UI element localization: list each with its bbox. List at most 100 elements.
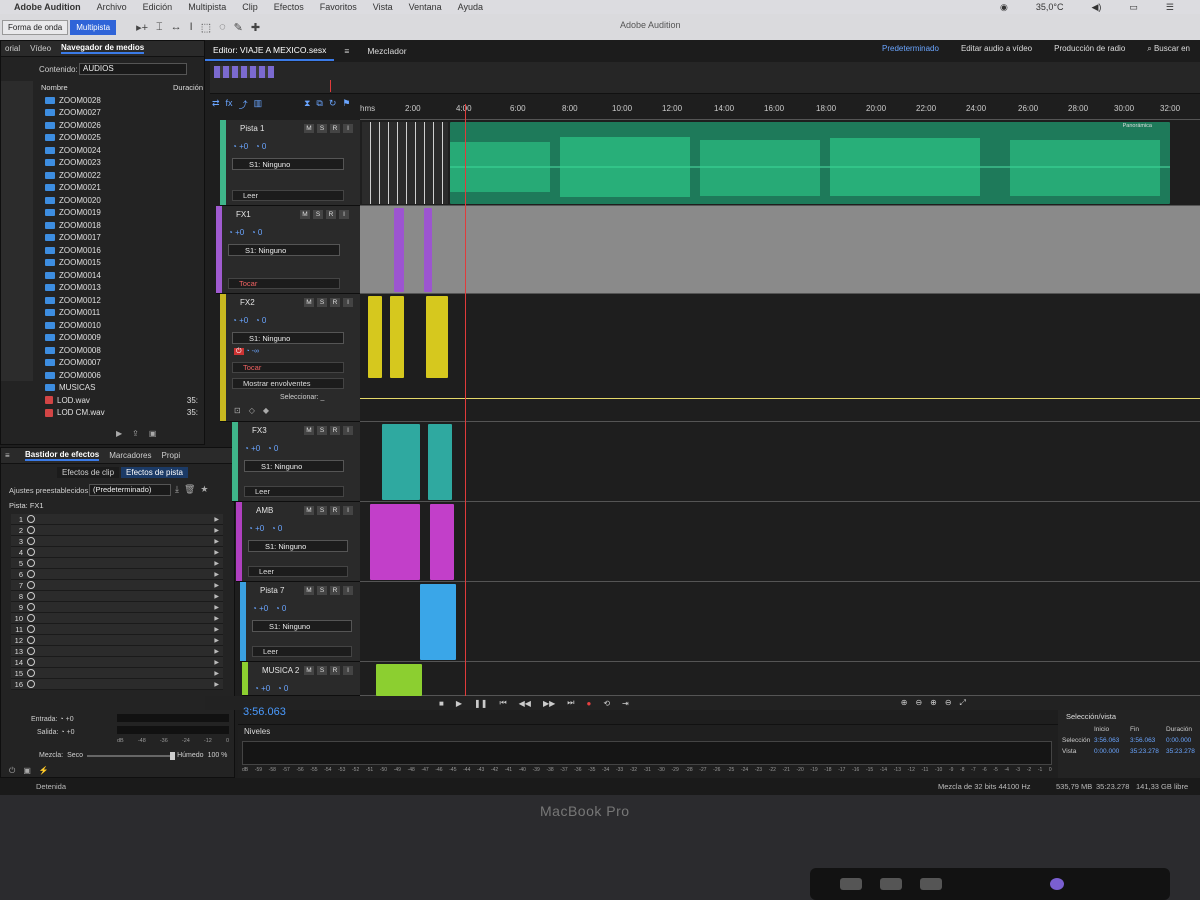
automation-mode-dropdown[interactable]: Leer <box>252 646 352 657</box>
list-item[interactable]: ZOOM0022 <box>1 169 206 182</box>
mute-button[interactable]: M <box>300 210 310 219</box>
effect-slot[interactable]: 16 ▶ <box>11 679 223 690</box>
solo-button[interactable]: S <box>313 210 323 219</box>
power-icon[interactable] <box>27 680 35 688</box>
menu-multipista[interactable]: Multipista <box>188 2 226 12</box>
mute-key-icon[interactable] <box>920 878 942 890</box>
go-to-end-icon[interactable]: ⏭ <box>567 698 574 708</box>
favorite-icon[interactable]: ★ <box>200 484 208 495</box>
app-menu[interactable]: Adobe Audition <box>14 2 81 12</box>
lock-icon[interactable]: ⊡ <box>234 406 241 415</box>
effect-slot[interactable]: 12 ▶ <box>11 635 223 646</box>
monitor-button[interactable]: I <box>343 298 353 307</box>
select-envelope[interactable]: Seleccionar: _ <box>280 394 324 401</box>
monitor-button[interactable]: I <box>339 210 349 219</box>
list-item[interactable]: ZOOM0014 <box>1 269 206 282</box>
menu-edicion[interactable]: Edición <box>143 2 173 12</box>
output-bus-dropdown[interactable]: S1: Ninguno <box>252 620 352 632</box>
track-name[interactable]: Pista 1 <box>240 124 264 133</box>
slot-menu-icon[interactable]: ▶ <box>214 626 219 633</box>
tab-effects-rack[interactable]: Bastidor de efectos <box>25 450 100 461</box>
list-item[interactable]: LOD CM.wav 35: <box>1 407 206 420</box>
record-arm-button[interactable]: R <box>330 586 340 595</box>
fast-forward-icon[interactable]: ▶▶ <box>543 699 555 708</box>
track-lane-pista-7[interactable] <box>360 582 1200 662</box>
audio-clip[interactable] <box>390 296 404 378</box>
volume-control[interactable]: ◔ +0 ◔ 0 <box>244 444 278 453</box>
tab-mixer[interactable]: Mezclador <box>359 42 414 60</box>
menu-clip[interactable]: Clip <box>242 2 258 12</box>
track-name[interactable]: FX3 <box>252 426 267 435</box>
temperature-readout[interactable]: 35,0°C <box>1036 2 1064 12</box>
output-bus-dropdown[interactable]: S1: Ninguno <box>228 244 340 256</box>
effect-slot[interactable]: 11 ▶ <box>11 624 223 635</box>
audio-clip[interactable] <box>376 664 422 696</box>
list-item[interactable]: ZOOM0006 <box>1 369 206 382</box>
mute-button[interactable]: M <box>304 586 314 595</box>
solo-button[interactable]: S <box>317 426 327 435</box>
track-header-pista-7[interactable]: Pista 7 MSRI ◔ +0 ◔ 0 S1: Ninguno Leer <box>240 582 360 662</box>
send-volume[interactable]: ⏻ ◔ -∞ <box>234 348 259 356</box>
current-time[interactable]: 3:56.063 <box>243 706 286 718</box>
solo-button[interactable]: S <box>317 506 327 515</box>
list-item[interactable]: ZOOM0008 <box>1 344 206 357</box>
list-item[interactable]: ZOOM0018 <box>1 219 206 232</box>
contents-dropdown[interactable]: AUDIOS <box>79 63 187 75</box>
spot-heal-tool-icon[interactable]: ✚ <box>251 21 260 34</box>
automation-mode-dropdown[interactable]: Leer <box>248 566 348 577</box>
zoom-full-icon[interactable]: ⤢ <box>960 698 966 708</box>
track-header-amb[interactable]: AMB MSRI ◔ +0 ◔ 0 S1: Ninguno Leer <box>236 502 360 582</box>
tab-track-effects[interactable]: Efectos de pista <box>121 467 188 478</box>
multitrack-view-button[interactable]: Multipista <box>70 19 117 35</box>
eraser-icon[interactable]: ◇ <box>249 406 255 415</box>
list-item[interactable]: ZOOM0019 <box>1 207 206 220</box>
slot-menu-icon[interactable]: ▶ <box>214 604 219 611</box>
list-item[interactable]: ZOOM0011 <box>1 307 206 320</box>
track-lane-fx2[interactable] <box>360 294 1200 422</box>
monitor-button[interactable]: I <box>343 666 353 675</box>
track-lane-fx3[interactable] <box>360 422 1200 502</box>
list-item[interactable]: ZOOM0024 <box>1 144 206 157</box>
audio-clip[interactable] <box>428 424 452 500</box>
power-icon[interactable] <box>27 559 35 567</box>
solo-button[interactable]: S <box>317 586 327 595</box>
workspace-audio-video[interactable]: Editar audio a vídeo <box>961 44 1032 54</box>
monitor-button[interactable]: I <box>343 506 353 515</box>
track-header-musica-2[interactable]: MUSICA 2 MSRI ◔ +0 ◔ 0 <box>242 662 360 696</box>
delete-preset-icon[interactable]: 🗑 <box>184 484 195 495</box>
column-name-header[interactable]: Nombre <box>41 83 68 92</box>
menu-favoritos[interactable]: Favoritos <box>320 2 357 12</box>
effect-slot[interactable]: 14 ▶ <box>11 657 223 668</box>
volume-control[interactable]: ◔ +0 ◔ 0 <box>232 316 266 325</box>
time-selection-tool-icon[interactable]: I <box>190 21 193 34</box>
power-icon[interactable] <box>27 570 35 578</box>
brush-tool-icon[interactable]: ✎ <box>234 21 243 34</box>
power-icon[interactable]: ⏻ <box>9 766 15 776</box>
power-icon[interactable] <box>27 658 35 666</box>
zoom-out-amplitude-icon[interactable]: ⊖ <box>915 698 922 708</box>
panel-menu-icon[interactable]: ≡ <box>5 451 15 460</box>
menu-ventana[interactable]: Ventana <box>409 2 442 12</box>
solo-button[interactable]: S <box>317 666 327 675</box>
touch-bar[interactable] <box>810 868 1170 900</box>
selection-start[interactable]: 3:56.063 <box>1094 737 1119 744</box>
power-icon[interactable] <box>27 625 35 633</box>
list-item[interactable]: MUSICAS <box>1 382 206 395</box>
selection-end[interactable]: 3:56.063 <box>1130 737 1155 744</box>
fx-icon[interactable]: fx <box>226 98 233 111</box>
slot-menu-icon[interactable]: ▶ <box>214 582 219 589</box>
record-arm-button[interactable]: R <box>330 506 340 515</box>
autoplay-icon[interactable]: ▣ <box>149 429 157 438</box>
volume-control[interactable]: ◔ +0 ◔ 0 <box>248 524 282 533</box>
track-header-fx2[interactable]: FX2 MSRI ◔ +0 ◔ 0 S1: Ninguno ⏻ ◔ -∞ Toc… <box>220 294 360 422</box>
record-icon[interactable]: ● <box>586 699 591 708</box>
session-overview[interactable] <box>210 62 1200 94</box>
power-icon[interactable] <box>27 636 35 644</box>
effect-slot[interactable]: 15 ▶ <box>11 668 223 679</box>
sends-icon[interactable]: ⤴ <box>239 98 248 111</box>
record-arm-button[interactable]: R <box>330 666 340 675</box>
audio-clip[interactable] <box>370 504 420 580</box>
zoom-in-amplitude-icon[interactable]: ⊕ <box>901 698 908 708</box>
eq-icon[interactable]: ▥ <box>254 98 263 111</box>
power-icon[interactable] <box>27 548 35 556</box>
